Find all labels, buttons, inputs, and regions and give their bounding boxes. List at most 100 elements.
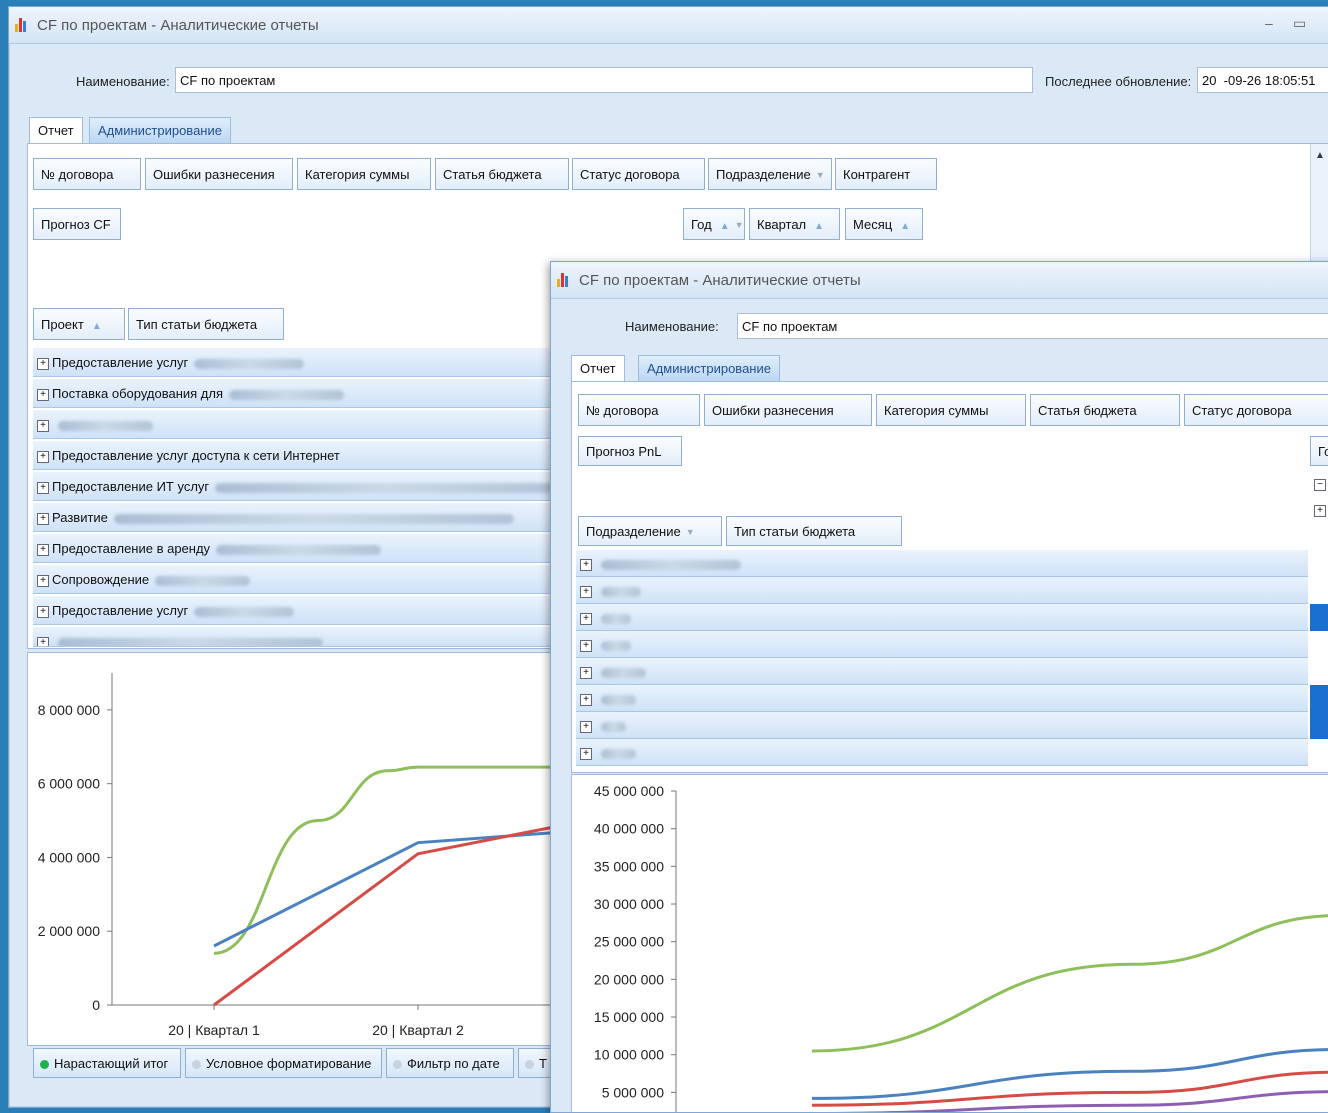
field-contract-number[interactable]: № договора [33, 158, 141, 190]
table-row[interactable]: + [576, 658, 1308, 685]
table-row[interactable]: + [576, 577, 1308, 604]
expand-icon[interactable]: + [37, 605, 49, 618]
expand-icon[interactable]: + [37, 512, 49, 525]
table-row[interactable]: + Поставка оборудования для [33, 379, 573, 408]
expand-icon[interactable]: + [580, 558, 592, 571]
table-row[interactable]: + Предоставление услуг [33, 596, 573, 625]
field-amount-category[interactable]: Категория суммы [297, 158, 431, 190]
y-tick-label: 30 000 000 [594, 896, 664, 912]
option-cumulative-total[interactable]: Нарастающий итог [33, 1048, 181, 1078]
radio-off-icon[interactable] [192, 1060, 201, 1070]
filter-icon[interactable]: ▼ [735, 220, 744, 230]
field-budget-item[interactable]: Статья бюджета [435, 158, 569, 190]
column-field-quarter-label: Квартал [757, 217, 807, 232]
table-row[interactable]: + [33, 627, 573, 647]
column-field-year[interactable]: Го [1310, 436, 1328, 466]
selected-cell[interactable] [1310, 685, 1328, 712]
minimize-icon[interactable]: – [1265, 15, 1273, 31]
field-allocation-errors[interactable]: Ошибки разнесения [704, 394, 872, 426]
row-field-department-label: Подразделение [586, 524, 681, 539]
filter-icon[interactable]: ▼ [816, 170, 825, 180]
tab-report[interactable]: Отчет [29, 117, 83, 143]
expand-icon[interactable]: + [580, 720, 592, 733]
table-row[interactable]: + [576, 712, 1308, 739]
expand-icon[interactable]: + [580, 666, 592, 679]
field-counterparty[interactable]: Контрагент [835, 158, 937, 190]
tab-administration[interactable]: Администрирование [89, 117, 231, 143]
table-row[interactable]: + Сопровождение [33, 565, 573, 594]
analytics-app-icon [557, 272, 573, 288]
radio-on-icon[interactable] [40, 1060, 49, 1070]
expand-icon[interactable]: + [37, 450, 49, 463]
field-contract-status[interactable]: Статус договора [572, 158, 705, 190]
radio-off-icon[interactable] [393, 1060, 402, 1070]
filter-icon[interactable]: ▼ [686, 527, 695, 537]
data-field-pnl-forecast[interactable]: Прогноз PnL [578, 436, 682, 466]
collapse-icon[interactable]: − [1314, 478, 1326, 491]
column-field-month[interactable]: Месяц ▲ [845, 208, 923, 240]
scroll-up-icon[interactable]: ▲ [1315, 150, 1325, 161]
field-budget-item[interactable]: Статья бюджета [1030, 394, 1180, 426]
title-bar[interactable]: CF по проектам - Аналитические отчеты – … [9, 7, 1328, 44]
y-tick-label: 40 000 000 [594, 821, 664, 837]
field-allocation-errors[interactable]: Ошибки разнесения [145, 158, 293, 190]
row-field-project-label: Проект [41, 317, 84, 332]
tab-administration[interactable]: Администрирование [638, 355, 780, 381]
selected-cell[interactable] [1310, 712, 1328, 739]
table-row[interactable]: + [576, 739, 1308, 766]
field-contract-status[interactable]: Статус договора [1184, 394, 1328, 426]
expand-icon[interactable]: + [580, 639, 592, 652]
row-field-project[interactable]: Проект ▲ [33, 308, 125, 340]
table-row[interactable]: + [576, 685, 1308, 712]
option-conditional-formatting[interactable]: Условное форматирование [185, 1048, 382, 1078]
x-tick-label: 20 | Квартал 2 [372, 1022, 464, 1038]
title-bar[interactable]: CF по проектам - Аналитические отчеты [551, 262, 1328, 299]
table-row[interactable]: + Предоставление в аренду [33, 534, 573, 563]
expand-icon[interactable]: + [580, 612, 592, 625]
sort-asc-icon: ▲ [719, 221, 730, 232]
expand-icon[interactable]: + [37, 419, 49, 432]
field-department-label: Подразделение [716, 167, 811, 182]
redacted-text [601, 640, 631, 651]
field-contract-number[interactable]: № договора [578, 394, 700, 426]
expand-icon[interactable]: + [37, 574, 49, 587]
selected-cell[interactable] [1310, 604, 1328, 631]
table-row[interactable]: + Предоставление услуг [33, 348, 573, 377]
expand-icon[interactable]: + [580, 693, 592, 706]
column-field-quarter[interactable]: Квартал ▲ [749, 208, 840, 240]
y-tick-label: 45 000 000 [594, 783, 664, 799]
table-row[interactable]: + Развитие [33, 503, 573, 532]
redacted-text [194, 358, 305, 369]
expand-icon[interactable]: + [580, 747, 592, 760]
column-field-year[interactable]: Год ▲ ▼ [683, 208, 745, 240]
row-field-budget-item-type[interactable]: Тип статьи бюджета [726, 516, 902, 546]
table-row[interactable]: + [576, 631, 1308, 658]
row-field-department[interactable]: Подразделение ▼ [578, 516, 722, 546]
maximize-icon[interactable]: ▭ [1293, 15, 1306, 32]
table-row[interactable]: + Предоставление ИТ услуг [33, 472, 573, 501]
sort-asc-icon: ▲ [814, 221, 825, 232]
y-tick-label: 5 000 000 [602, 1084, 664, 1100]
data-field-cf-forecast[interactable]: Прогноз CF [33, 208, 121, 240]
expand-icon[interactable]: + [37, 636, 49, 646]
expand-icon[interactable]: + [1314, 504, 1326, 517]
table-row[interactable]: + [576, 550, 1308, 577]
field-amount-category[interactable]: Категория суммы [876, 394, 1026, 426]
collapse-row[interactable]: − [1310, 472, 1328, 496]
field-department[interactable]: Подразделение ▼ [708, 158, 832, 190]
name-input[interactable] [737, 313, 1328, 339]
expand-icon[interactable]: + [37, 481, 49, 494]
table-row[interactable]: + Предоставление услуг доступа к сети Инт… [33, 441, 573, 470]
name-input[interactable] [175, 67, 1033, 93]
expand-icon[interactable]: + [37, 388, 49, 401]
expand-icon[interactable]: + [580, 585, 592, 598]
radio-off-icon[interactable] [525, 1060, 534, 1070]
table-row[interactable]: + [576, 604, 1308, 631]
expand-row[interactable]: + [1310, 498, 1328, 522]
table-row[interactable]: + [33, 410, 573, 439]
expand-icon[interactable]: + [37, 357, 49, 370]
tab-report[interactable]: Отчет [571, 355, 625, 381]
option-date-filter[interactable]: Фильтр по дате [386, 1048, 514, 1078]
row-field-budget-item-type[interactable]: Тип статьи бюджета [128, 308, 284, 340]
expand-icon[interactable]: + [37, 543, 49, 556]
